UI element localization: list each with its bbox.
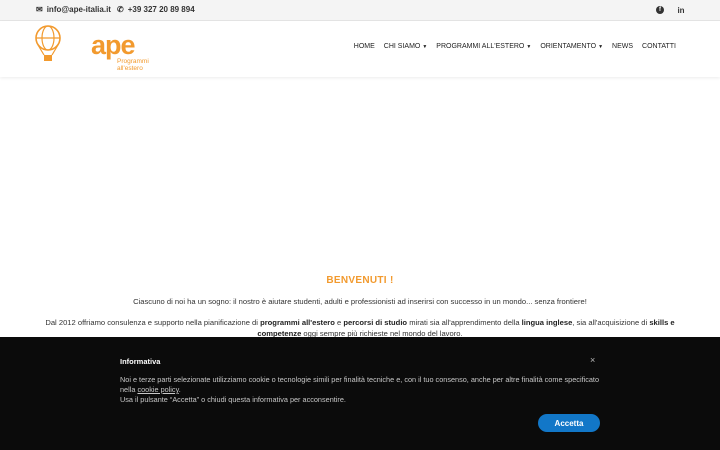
email-text[interactable]: info@ape-italia.it [47, 5, 111, 14]
nav-chi-siamo[interactable]: CHI SIAMO ▼ [384, 43, 428, 50]
nav-orientamento[interactable]: ORIENTAMENTO ▼ [540, 43, 603, 50]
welcome-title: BENVENUTI ! [326, 275, 394, 286]
about-paragraph: Dal 2012 offriamo consulenza e supporto … [45, 318, 675, 338]
facebook-icon: f [656, 6, 664, 14]
linkedin-link[interactable]: in [675, 4, 687, 16]
cookie-title: Informativa [120, 357, 161, 366]
top-bar: ✉ info@ape-italia.it ✆ +39 327 20 89 894… [0, 0, 720, 21]
main-nav: HOME CHI SIAMO ▼ PROGRAMMI ALL'ESTERO ▼ OR… [354, 43, 676, 50]
caret-down-icon: ▼ [526, 43, 532, 50]
nav-home[interactable]: HOME [354, 43, 375, 50]
logo-tagline: Programmi all'estero [117, 58, 149, 72]
nav-contatti[interactable]: CONTATTI [642, 43, 676, 50]
logo-wordmark: ape [91, 30, 136, 60]
phone-contact[interactable]: ✆ +39 327 20 89 894 [117, 5, 195, 14]
email-contact[interactable]: ✉ info@ape-italia.it [36, 5, 111, 14]
facebook-link[interactable]: f [654, 4, 666, 16]
caret-down-icon: ▼ [422, 43, 428, 50]
linkedin-icon: in [677, 5, 685, 15]
phone-icon: ✆ [117, 4, 124, 14]
site-header: ape Programmi all'estero HOME CHI SIAMO ▼… [0, 21, 720, 77]
envelope-icon: ✉ [36, 4, 43, 14]
cookie-text: Noi e terze parti selezionate utilizziam… [120, 375, 600, 404]
balloon-icon [35, 25, 61, 61]
cookie-policy-link[interactable]: cookie policy [137, 385, 178, 394]
close-icon[interactable]: × [590, 355, 595, 365]
intro-paragraph: Ciascuno di noi ha un sogno: il nostro è… [133, 297, 587, 306]
site-logo[interactable]: ape Programmi all'estero [35, 22, 149, 74]
nav-news[interactable]: NEWS [612, 43, 633, 50]
accept-button[interactable]: Accetta [538, 414, 600, 432]
cookie-banner: Informativa × Noi e terze parti selezion… [0, 337, 720, 450]
caret-down-icon: ▼ [598, 43, 604, 50]
phone-text[interactable]: +39 327 20 89 894 [128, 5, 195, 14]
nav-programmi-estero[interactable]: PROGRAMMI ALL'ESTERO ▼ [436, 43, 531, 50]
